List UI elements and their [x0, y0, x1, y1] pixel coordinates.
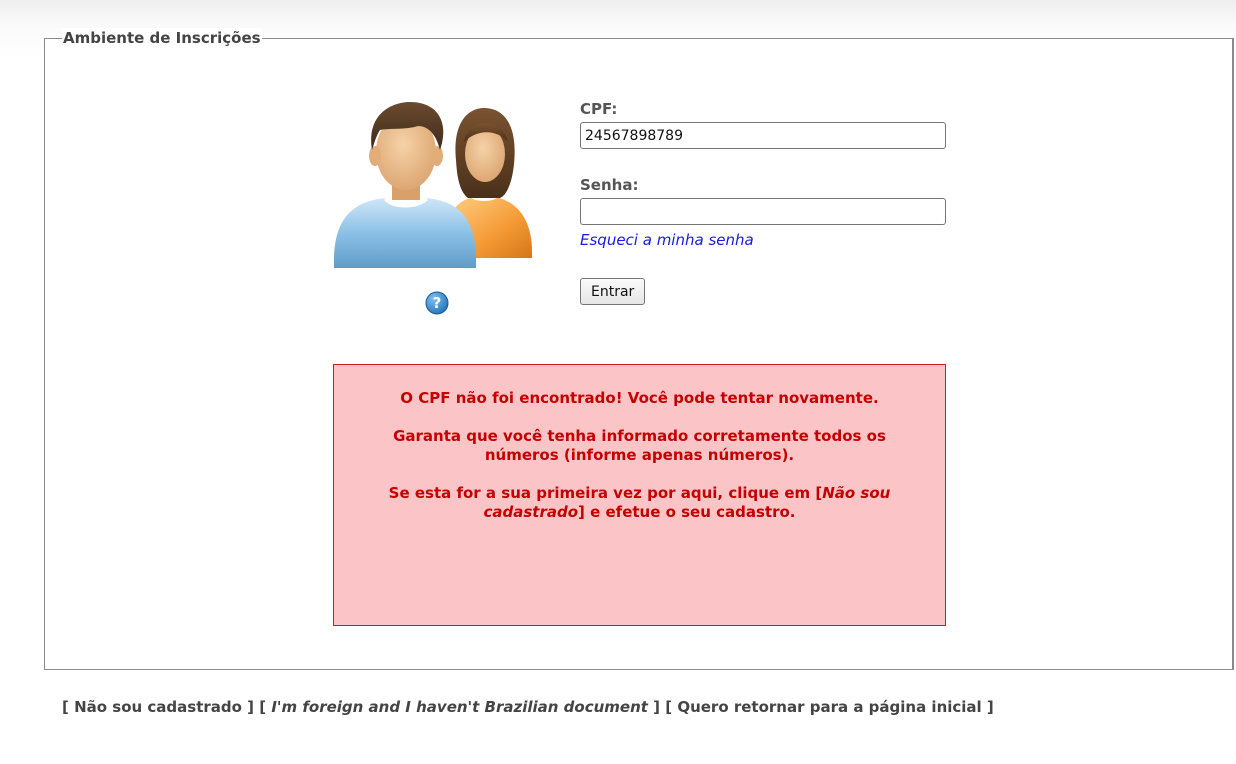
cpf-input[interactable]: [580, 122, 946, 149]
error-line-not-found: O CPF não foi encontrado! Você pode tent…: [400, 389, 879, 407]
error-line-check-numbers: Garanta que você tenha informado correta…: [393, 427, 886, 464]
not-registered-link[interactable]: Não sou cadastrado: [74, 698, 242, 716]
forgot-password-link[interactable]: Esqueci a minha senha: [580, 230, 754, 250]
return-home-link[interactable]: Quero retornar para a página inicial: [677, 698, 981, 716]
bracket: [: [62, 698, 75, 716]
entrar-button[interactable]: Entrar: [580, 278, 646, 305]
bracket: ] [: [241, 698, 272, 716]
password-input[interactable]: [580, 198, 946, 225]
error-line-first-time: Se esta for a sua primeira vez por aqui,…: [374, 484, 905, 522]
error-message-box: O CPF não foi encontrado! Você pode tent…: [333, 364, 946, 626]
error-line-first-time-a: Se esta for a sua primeira vez por aqui,…: [388, 484, 823, 502]
bracket: ]: [981, 698, 994, 716]
bracket: ] [: [647, 698, 678, 716]
error-line-first-time-b: ] e efetue o seu cadastro.: [578, 503, 796, 521]
foreign-link[interactable]: I'm foreign and I haven't Brazilian docu…: [271, 698, 648, 716]
svg-text:?: ?: [433, 294, 442, 312]
users-avatar-icon: [334, 102, 532, 268]
help-question-icon[interactable]: ?: [425, 291, 449, 315]
cpf-label: CPF:: [580, 100, 618, 118]
fieldset-legend: Ambiente de Inscrições: [62, 28, 262, 48]
senha-label: Senha:: [580, 176, 639, 194]
